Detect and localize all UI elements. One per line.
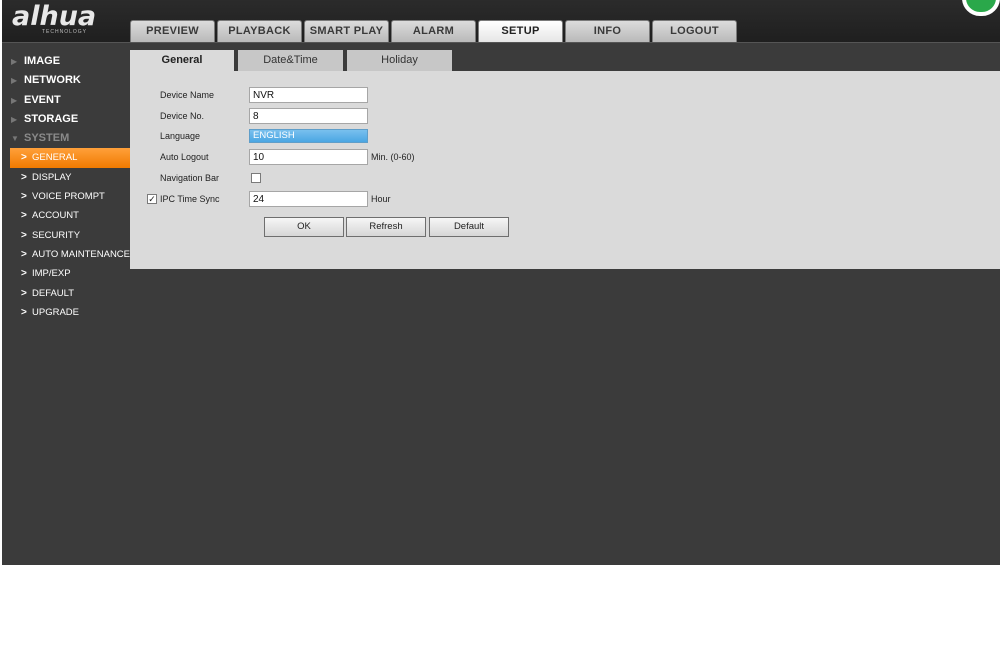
ipc-time-sync-checkbox[interactable]: ✓	[147, 194, 157, 204]
logo-text: alhua	[12, 1, 97, 32]
refresh-button[interactable]: Refresh	[346, 217, 426, 237]
ipc-time-sync-input[interactable]	[249, 191, 368, 207]
sidebar-item-event[interactable]: ▶ EVENT	[2, 91, 130, 110]
logo-subtext: TECHNOLOGY	[42, 29, 88, 35]
triangle-right-icon: ▶	[11, 114, 18, 124]
sidebar-item-account[interactable]: > ACCOUNT	[2, 206, 130, 225]
sidebar-item-label: IMAGE	[24, 55, 61, 67]
sidebar-item-label: EVENT	[24, 93, 61, 106]
auto-logout-input[interactable]	[249, 149, 368, 165]
navigation-bar-checkbox[interactable]	[251, 173, 261, 183]
auto-logout-unit: Min. (0-60)	[371, 152, 415, 162]
device-name-input[interactable]	[249, 87, 368, 103]
sidebar-item-label: UPGRADE	[32, 306, 79, 318]
sidebar-item-label: ACCOUNT	[32, 210, 79, 222]
sidebar-item-label: SYSTEM	[24, 132, 70, 145]
navigation-bar-label: Navigation Bar	[160, 173, 220, 183]
sub-tab-bar: General Date&Time Holiday	[130, 50, 1000, 71]
tab-general[interactable]: General	[130, 50, 234, 71]
sidebar-item-system[interactable]: ▼ SYSTEM	[2, 129, 130, 148]
chevron-right-icon: >	[21, 152, 27, 164]
checkmark-icon: ✓	[148, 194, 156, 204]
sidebar-item-general[interactable]: > GENERAL	[10, 148, 130, 168]
ok-button[interactable]: OK	[264, 217, 344, 237]
device-name-label: Device Name	[160, 90, 215, 100]
top-navigation: PREVIEW PLAYBACK SMART PLAY ALARM SETUP …	[130, 20, 739, 42]
sidebar-item-label: STORAGE	[24, 112, 79, 125]
tab-logout[interactable]: LOGOUT	[652, 20, 737, 42]
language-select[interactable]: ENGLISH	[249, 129, 368, 143]
sidebar-item-label: DEFAULT	[32, 287, 75, 299]
sidebar-item-network[interactable]: ▶ NETWORK	[2, 71, 130, 90]
language-label: Language	[160, 131, 201, 141]
sidebar-item-label: DISPLAY	[32, 171, 72, 183]
sidebar-item-label: VOICE PROMPT	[32, 191, 105, 203]
tab-date-time[interactable]: Date&Time	[238, 50, 343, 71]
sidebar-item-auto-maintenance[interactable]: > AUTO MAINTENANCE	[2, 245, 130, 264]
tab-smart-play[interactable]: SMART PLAY	[304, 20, 389, 42]
sidebar-item-default[interactable]: > DEFAULT	[2, 284, 130, 303]
chevron-right-icon: >	[21, 191, 27, 203]
triangle-down-icon: ▼	[11, 134, 19, 144]
sidebar-item-storage[interactable]: ▶ STORAGE	[2, 110, 130, 129]
triangle-right-icon: ▶	[11, 95, 18, 105]
chevron-right-icon: >	[21, 268, 27, 280]
chevron-right-icon: >	[21, 210, 27, 222]
dahua-logo: alhua TECHNOLOGY	[12, 3, 124, 37]
ipc-time-sync-unit: Hour	[371, 194, 391, 204]
sidebar-item-label: SECURITY	[32, 229, 81, 241]
device-no-label: Device No.	[160, 111, 205, 121]
sidebar-item-label: NETWORK	[24, 74, 81, 87]
chevron-right-icon: >	[21, 229, 27, 241]
sidebar-item-label: IMP/EXP	[32, 268, 71, 280]
tab-info[interactable]: INFO	[565, 20, 650, 42]
default-button[interactable]: Default	[429, 217, 509, 237]
header-bar: alhua TECHNOLOGY PREVIEW PLAYBACK SMART …	[2, 0, 1000, 43]
triangle-right-icon: ▶	[11, 76, 18, 86]
device-no-input[interactable]	[249, 108, 368, 124]
chevron-right-icon: >	[21, 171, 27, 183]
app-window: alhua TECHNOLOGY PREVIEW PLAYBACK SMART …	[2, 0, 1000, 565]
chevron-right-icon: >	[21, 287, 27, 299]
auto-logout-label: Auto Logout	[160, 152, 209, 162]
tab-playback[interactable]: PLAYBACK	[217, 20, 302, 42]
sidebar-item-imp-exp[interactable]: > IMP/EXP	[2, 264, 130, 283]
sidebar-item-security[interactable]: > SECURITY	[2, 226, 130, 245]
sidebar-item-label: GENERAL	[32, 152, 78, 164]
ipc-time-sync-label: IPC Time Sync	[160, 194, 220, 204]
triangle-right-icon: ▶	[11, 57, 18, 66]
sidebar-item-label: AUTO MAINTENANCE	[32, 248, 131, 260]
sidebar-item-upgrade[interactable]: > UPGRADE	[2, 303, 130, 322]
sidebar-item-image[interactable]: ▶ IMAGE	[2, 52, 130, 71]
tab-preview[interactable]: PREVIEW	[130, 20, 215, 42]
chevron-right-icon: >	[21, 306, 27, 318]
sidebar-item-voice-prompt[interactable]: > VOICE PROMPT	[2, 187, 130, 206]
chevron-right-icon: >	[21, 248, 27, 260]
sidebar-item-display[interactable]: > DISPLAY	[2, 168, 130, 187]
settings-panel: General Date&Time Holiday Device Name De…	[130, 50, 1000, 269]
tab-alarm[interactable]: ALARM	[391, 20, 476, 42]
sidebar: ▶ IMAGE ▶ NETWORK ▶ EVENT ▶ STORAGE ▼ SYSTEM …	[2, 52, 130, 322]
tab-holiday[interactable]: Holiday	[347, 50, 452, 71]
tab-setup[interactable]: SETUP	[478, 20, 563, 42]
